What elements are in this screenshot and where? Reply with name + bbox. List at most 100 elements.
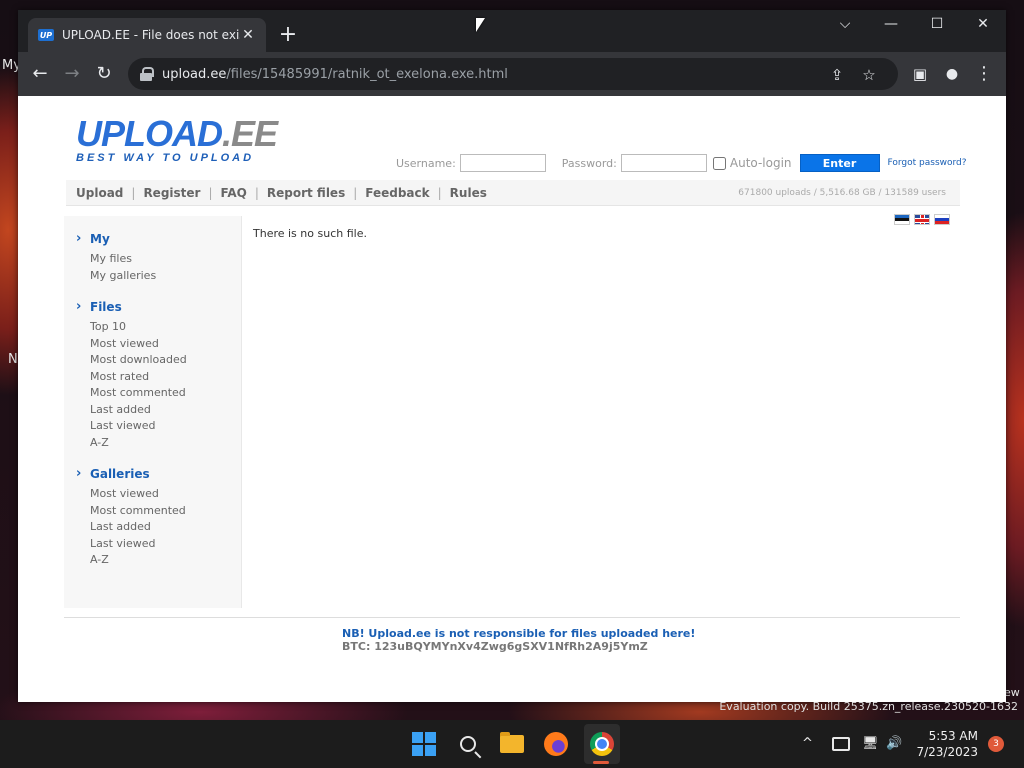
- tab-close-icon[interactable]: ✕: [240, 27, 256, 43]
- chevron-right-icon: ›: [76, 231, 82, 246]
- profile-icon[interactable]: ●: [940, 62, 964, 86]
- file-explorer-icon[interactable]: [498, 730, 526, 758]
- password-label: Password:: [561, 156, 617, 170]
- url-path[interactable]: /files/15485991/ratnik_ot_exelona.exe.ht…: [226, 67, 508, 82]
- sidebar-link-most-commented[interactable]: Most commented: [90, 385, 241, 402]
- chevron-right-icon: ›: [76, 466, 82, 481]
- search-icon[interactable]: [454, 730, 482, 758]
- sidebar-heading-label[interactable]: My: [90, 232, 110, 246]
- sidebar-heading[interactable]: › My: [76, 231, 241, 246]
- logo-tagline: BEST WAY TO UPLOAD: [76, 152, 255, 164]
- sidebar-heading[interactable]: › Galleries: [76, 466, 241, 481]
- chrome-icon[interactable]: [588, 730, 616, 758]
- sidebar-link-last-viewed[interactable]: Last viewed: [90, 418, 241, 435]
- browser-window: UP UPLOAD.EE - File does not exist ✕ + ⌵…: [18, 10, 1006, 702]
- side-panel-icon[interactable]: ▣: [908, 62, 932, 86]
- web-page: UPLOAD.EE BEST WAY TO UPLOAD Username: P…: [18, 96, 1006, 702]
- new-tab-button[interactable]: +: [276, 24, 300, 46]
- flag-estonia-icon[interactable]: [894, 214, 910, 225]
- menu-separator: |: [208, 185, 213, 200]
- back-button[interactable]: ←: [28, 62, 52, 86]
- menu-register[interactable]: Register: [143, 186, 200, 200]
- start-icon[interactable]: [410, 730, 438, 758]
- menu-faq[interactable]: FAQ: [221, 186, 247, 200]
- tray-overflow-chevron-icon[interactable]: ^: [802, 736, 813, 751]
- login-form: Username: Password: Auto-login Enter For…: [396, 154, 967, 172]
- browser-menu-icon[interactable]: ⋮: [972, 62, 996, 86]
- desktop-icon-label[interactable]: ew: [1004, 686, 1020, 699]
- sidebar-heading-label[interactable]: Files: [90, 300, 122, 314]
- firefox-icon[interactable]: [542, 730, 570, 758]
- sidebar-link-top-10[interactable]: Top 10: [90, 319, 241, 336]
- menu-feedback[interactable]: Feedback: [365, 186, 429, 200]
- sidebar-heading-label[interactable]: Galleries: [90, 467, 150, 481]
- logo-text-upload: UPLOAD: [76, 113, 223, 154]
- site-logo[interactable]: UPLOAD.EE BEST WAY TO UPLOAD: [76, 113, 278, 165]
- address-bar[interactable]: upload.ee/files/15485991/ratnik_ot_exelo…: [128, 58, 898, 90]
- taskbar: ^ 🖥 🔊 5:53 AM 7/23/2023 3: [0, 720, 1024, 768]
- file-not-found-message: There is no such file.: [253, 227, 367, 240]
- sidebar-link-most-viewed[interactable]: Most viewed: [90, 336, 241, 353]
- menu-rules[interactable]: Rules: [450, 186, 487, 200]
- username-field[interactable]: [459, 154, 546, 172]
- maximize-button[interactable]: ☐: [922, 16, 952, 32]
- menu-separator: |: [353, 185, 358, 200]
- flag-russia-icon[interactable]: [934, 214, 950, 225]
- tab-search-icon[interactable]: ⌵: [830, 16, 860, 32]
- lock-icon[interactable]: [140, 67, 154, 81]
- sidebar-heading[interactable]: › Files: [76, 299, 241, 314]
- network-icon[interactable]: 🖥: [862, 736, 879, 751]
- share-icon[interactable]: ⇪: [828, 66, 846, 84]
- sidebar-link-my-galleries[interactable]: My galleries: [90, 268, 241, 285]
- system-clock[interactable]: 5:53 AM 7/23/2023: [912, 728, 978, 760]
- chevron-right-icon: ›: [76, 299, 82, 314]
- sidebar-section-galleries: › Galleries Most viewed Most commented La…: [76, 466, 241, 569]
- menu-upload[interactable]: Upload: [76, 186, 123, 200]
- sidebar-link-gallery-last-viewed[interactable]: Last viewed: [90, 536, 241, 553]
- sidebar-link-gallery-most-commented[interactable]: Most commented: [90, 503, 241, 520]
- browser-tab[interactable]: UP UPLOAD.EE - File does not exist ✕: [28, 18, 266, 52]
- clock-date: 7/23/2023: [916, 745, 978, 759]
- evaluation-watermark: Evaluation copy. Build 25375.zn_release.…: [719, 700, 1018, 713]
- password-field[interactable]: [620, 154, 707, 172]
- close-window-button[interactable]: ✕: [968, 16, 998, 32]
- site-menu: Upload | Register | FAQ | Report files |…: [66, 180, 960, 206]
- autologin-label[interactable]: Auto-login: [730, 156, 792, 170]
- url-host[interactable]: upload.ee: [162, 67, 226, 82]
- sidebar-link-a-z[interactable]: A-Z: [90, 435, 241, 452]
- forward-button[interactable]: →: [60, 62, 84, 86]
- notification-badge[interactable]: 3: [988, 736, 1004, 752]
- menu-report-files[interactable]: Report files: [267, 186, 345, 200]
- clock-time: 5:53 AM: [928, 729, 978, 743]
- sidebar-link-most-downloaded[interactable]: Most downloaded: [90, 352, 241, 369]
- footer-divider: [64, 617, 960, 618]
- desktop-icon-label[interactable]: N: [8, 352, 18, 367]
- minimize-button[interactable]: —: [876, 16, 906, 32]
- sidebar-link-most-rated[interactable]: Most rated: [90, 369, 241, 386]
- language-selector: [890, 214, 950, 225]
- flag-uk-icon[interactable]: [914, 214, 930, 225]
- browser-toolbar: ← → ↻ upload.ee/files/15485991/ratnik_ot…: [18, 52, 1006, 96]
- sidebar-link-last-added[interactable]: Last added: [90, 402, 241, 419]
- favicon-icon: UP: [38, 29, 54, 41]
- bookmark-star-icon[interactable]: ☆: [860, 66, 878, 84]
- site-stats: 671800 uploads / 5,516.68 GB / 131589 us…: [738, 188, 946, 198]
- volume-icon[interactable]: 🔊: [886, 736, 902, 751]
- sidebar-link-my-files[interactable]: My files: [90, 251, 241, 268]
- sidebar: › My My files My galleries › Files Top 10 …: [64, 216, 242, 608]
- forgot-password-link[interactable]: Forgot password?: [888, 158, 967, 168]
- footer-disclaimer: NB! Upload.ee is not responsible for fil…: [342, 627, 696, 640]
- reload-button[interactable]: ↻: [92, 62, 116, 86]
- tab-strip: UP UPLOAD.EE - File does not exist ✕ + ⌵…: [18, 10, 1006, 52]
- sidebar-link-gallery-a-z[interactable]: A-Z: [90, 552, 241, 569]
- menu-separator: |: [254, 185, 259, 200]
- sidebar-link-gallery-most-viewed[interactable]: Most viewed: [90, 486, 241, 503]
- sidebar-section-my: › My My files My galleries: [76, 231, 241, 284]
- username-label: Username:: [396, 156, 456, 170]
- enter-button[interactable]: Enter: [799, 154, 880, 172]
- active-app-indicator: [593, 761, 609, 764]
- autologin-checkbox[interactable]: [712, 156, 726, 170]
- cloud-icon[interactable]: [832, 737, 850, 751]
- menu-separator: |: [131, 185, 136, 200]
- sidebar-link-gallery-last-added[interactable]: Last added: [90, 519, 241, 536]
